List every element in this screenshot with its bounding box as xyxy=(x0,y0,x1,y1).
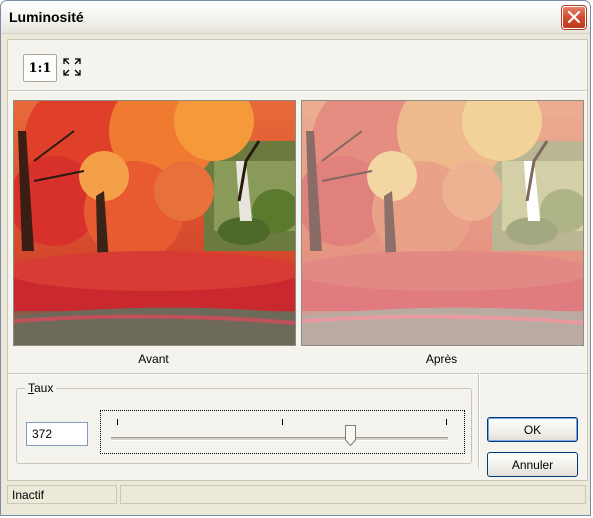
zoom-1to1-label: 1:1 xyxy=(28,60,52,76)
preview-separator xyxy=(8,373,587,375)
window-title: Luminosité xyxy=(9,9,84,25)
status-bar: Inactif xyxy=(7,485,586,505)
preview-before-image xyxy=(13,100,296,346)
rate-slider[interactable] xyxy=(100,410,465,454)
status-pane-empty xyxy=(120,485,586,504)
fit-to-window-button[interactable] xyxy=(61,54,83,80)
luminosity-dialog: Luminosité 1:1 Avant Après Taux 372 OK A… xyxy=(0,0,591,516)
cancel-label: Annuler xyxy=(511,457,554,472)
buttons-separator xyxy=(478,373,480,469)
rate-groupbox: Taux 372 xyxy=(16,381,472,464)
status-text: Inactif xyxy=(7,485,117,504)
title-bar[interactable]: Luminosité xyxy=(1,1,590,34)
slider-tick xyxy=(446,419,447,425)
main-panel: 1:1 Avant Après Taux 372 OK Annuler xyxy=(7,39,588,481)
slider-tick xyxy=(282,419,283,425)
after-caption: Après xyxy=(425,352,458,366)
close-button[interactable] xyxy=(562,6,586,29)
preview-after-image xyxy=(301,100,584,346)
slider-track xyxy=(111,437,448,441)
ok-label: OK xyxy=(523,422,542,437)
zoom-1to1-button[interactable]: 1:1 xyxy=(23,54,57,82)
rate-label-rest: aux xyxy=(34,381,54,395)
fit-to-window-icon xyxy=(63,58,81,76)
cancel-button[interactable]: Annuler xyxy=(487,452,578,477)
before-caption: Avant xyxy=(138,352,169,366)
rate-group-label: Taux xyxy=(25,381,57,395)
slider-thumb[interactable] xyxy=(345,425,357,447)
close-icon xyxy=(568,11,580,23)
toolbar-separator xyxy=(8,90,587,92)
ok-button[interactable]: OK xyxy=(487,417,578,442)
rate-value-field[interactable]: 372 xyxy=(26,422,88,446)
slider-tick xyxy=(117,419,118,425)
